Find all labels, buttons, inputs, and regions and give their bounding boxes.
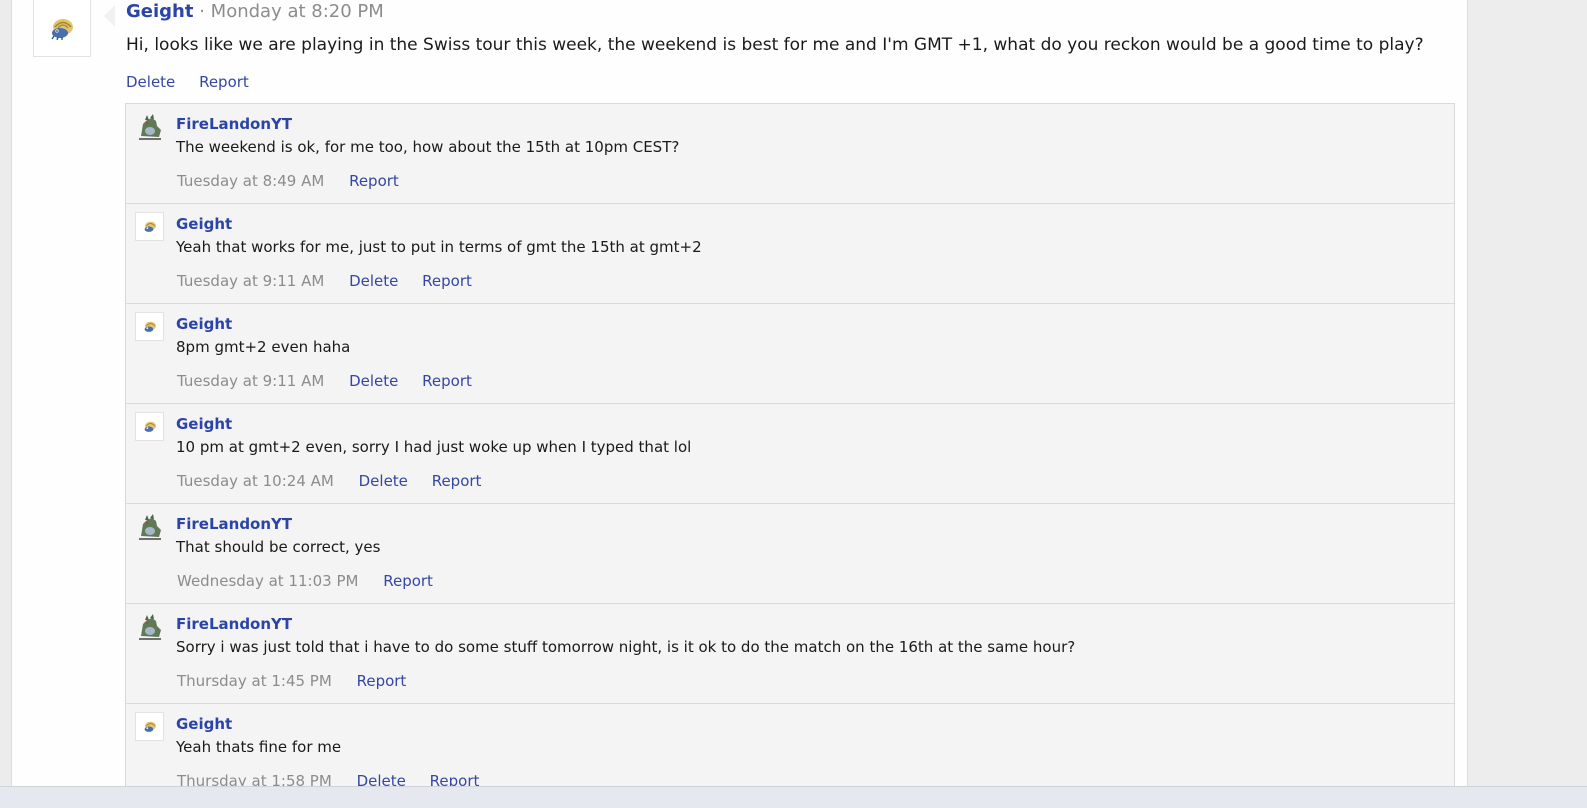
- comment-timestamp[interactable]: Tuesday at 8:49 AM: [177, 172, 324, 190]
- omanyte-avatar-icon: [144, 421, 156, 432]
- comment-report-link[interactable]: Report: [357, 672, 407, 690]
- comment-item: FireLandonYT Sorry i was just told that …: [126, 604, 1454, 704]
- comment-text: 8pm gmt+2 even haha: [176, 338, 351, 356]
- horizontal-scrollbar[interactable]: [0, 786, 1587, 808]
- comment-report-link[interactable]: Report: [422, 272, 472, 290]
- comment-report-link[interactable]: Report: [383, 572, 433, 590]
- comment-author-avatar[interactable]: [135, 512, 164, 541]
- comment-author-name[interactable]: Geight: [176, 714, 232, 734]
- comment-author-name[interactable]: Geight: [176, 414, 232, 434]
- comment-author-avatar[interactable]: [135, 712, 164, 741]
- comment-text: 10 pm at gmt+2 even, sorry I had just wo…: [176, 438, 692, 456]
- comment-meta: Tuesday at 10:24 AM Delete Report: [177, 471, 500, 491]
- omanyte-avatar-icon: [144, 221, 156, 232]
- comment-list: FireLandonYT The weekend is ok, for me t…: [125, 103, 1455, 804]
- comment-author-name[interactable]: FireLandonYT: [176, 114, 292, 134]
- comment-item: Geight 10 pm at gmt+2 even, sorry I had …: [126, 404, 1454, 504]
- post-header: Geight · Monday at 8:20 PM: [126, 1, 384, 23]
- comment-delete-link[interactable]: Delete: [349, 372, 398, 390]
- post-message: Hi, looks like we are playing in the Swi…: [126, 35, 1424, 55]
- comment-delete-link[interactable]: Delete: [349, 272, 398, 290]
- comment-meta: Tuesday at 9:11 AM Delete Report: [177, 371, 491, 391]
- comment-report-link[interactable]: Report: [349, 172, 399, 190]
- omanyte-avatar-icon: [144, 321, 156, 332]
- comment-item: FireLandonYT The weekend is ok, for me t…: [126, 104, 1454, 204]
- comment-author-avatar[interactable]: [135, 312, 164, 341]
- comment-author-avatar[interactable]: [135, 212, 164, 241]
- comment-author-avatar[interactable]: [135, 112, 164, 141]
- post-actions: Delete Report: [126, 72, 268, 92]
- comment-text: Yeah thats fine for me: [176, 738, 342, 756]
- comment-meta: Tuesday at 8:49 AM Report: [177, 171, 418, 191]
- tyranitar-avatar-icon: [139, 614, 161, 640]
- comment-item: Geight 8pm gmt+2 even haha Tuesday at 9:…: [126, 304, 1454, 404]
- post-timestamp[interactable]: Monday at 8:20 PM: [211, 1, 384, 22]
- left-edge-strip: [0, 0, 12, 786]
- right-background: [1468, 0, 1587, 786]
- comment-timestamp[interactable]: Tuesday at 9:11 AM: [177, 272, 324, 290]
- comment-meta: Thursday at 1:45 PM Report: [177, 671, 425, 691]
- comment-delete-link[interactable]: Delete: [359, 472, 408, 490]
- comment-author-name[interactable]: FireLandonYT: [176, 614, 292, 634]
- comment-item: Geight Yeah that works for me, just to p…: [126, 204, 1454, 304]
- post-delete-link[interactable]: Delete: [126, 73, 175, 91]
- comment-report-link[interactable]: Report: [432, 472, 482, 490]
- comment-author-name[interactable]: Geight: [176, 314, 232, 334]
- omanyte-avatar-icon: [51, 19, 73, 40]
- comment-author-name[interactable]: FireLandonYT: [176, 514, 292, 534]
- comment-item: FireLandonYT That should be correct, yes…: [126, 504, 1454, 604]
- post-author-name[interactable]: Geight: [126, 1, 193, 22]
- comment-report-link[interactable]: Report: [422, 372, 472, 390]
- comment-text: Yeah that works for me, just to put in t…: [176, 238, 702, 256]
- comment-timestamp[interactable]: Tuesday at 9:11 AM: [177, 372, 324, 390]
- comment-timestamp[interactable]: Tuesday at 10:24 AM: [177, 472, 334, 490]
- comment-author-name[interactable]: Geight: [176, 214, 232, 234]
- post-author-avatar[interactable]: [33, 0, 91, 57]
- comment-text: The weekend is ok, for me too, how about…: [176, 138, 680, 156]
- post-header-separator: ·: [199, 1, 205, 22]
- post-report-link[interactable]: Report: [199, 73, 249, 91]
- post-pointer-arrow: [104, 5, 115, 27]
- comment-timestamp[interactable]: Thursday at 1:45 PM: [177, 672, 332, 690]
- comment-author-avatar[interactable]: [135, 412, 164, 441]
- comment-text: That should be correct, yes: [176, 538, 381, 556]
- comment-meta: Tuesday at 9:11 AM Delete Report: [177, 271, 491, 291]
- comment-text: Sorry i was just told that i have to do …: [176, 638, 1076, 656]
- tyranitar-avatar-icon: [139, 114, 161, 140]
- comment-timestamp[interactable]: Wednesday at 11:03 PM: [177, 572, 358, 590]
- comment-meta: Wednesday at 11:03 PM Report: [177, 571, 452, 591]
- comment-author-avatar[interactable]: [135, 612, 164, 641]
- tyranitar-avatar-icon: [139, 514, 161, 540]
- profile-post-thread: Geight · Monday at 8:20 PM Hi, looks lik…: [0, 0, 1587, 808]
- omanyte-avatar-icon: [144, 721, 156, 732]
